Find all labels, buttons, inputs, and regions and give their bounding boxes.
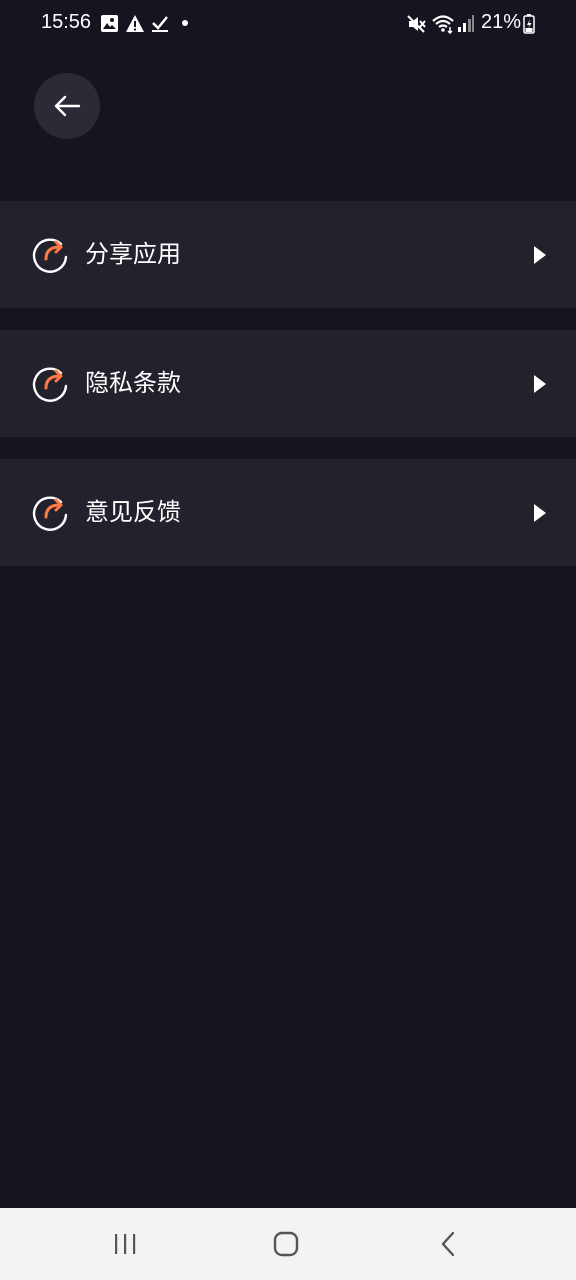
wifi-icon (432, 15, 454, 34)
signal-icon (458, 15, 474, 32)
chevron-right-icon (534, 375, 546, 393)
share-arrow-icon (32, 367, 68, 402)
back-button[interactable] (34, 73, 100, 139)
share-arrow-icon (32, 496, 68, 531)
mute-icon (407, 15, 426, 33)
recent-apps-icon (115, 1234, 136, 1254)
chevron-right-icon (534, 504, 546, 522)
navigation-bar (0, 1208, 576, 1280)
home-button[interactable] (236, 1208, 336, 1280)
image-icon (101, 15, 118, 32)
warning-icon (126, 15, 144, 32)
battery-percent: 21% (481, 11, 522, 33)
menu-item-feedback[interactable]: 意见反馈 (0, 459, 576, 566)
menu-item-share-app[interactable]: 分享应用 (0, 201, 576, 308)
chevron-right-icon (534, 246, 546, 264)
menu-item-label: 隐私条款 (85, 369, 181, 397)
arrow-left-icon (54, 95, 81, 117)
status-bar: 15:56 21% (0, 0, 576, 48)
share-arrow-icon (32, 238, 68, 273)
chevron-left-icon (441, 1231, 455, 1257)
status-time: 15:56 (41, 11, 92, 33)
nav-back-button[interactable] (398, 1208, 498, 1280)
battery-icon (523, 14, 535, 34)
menu-item-privacy-policy[interactable]: 隐私条款 (0, 330, 576, 437)
dot-icon (182, 20, 188, 26)
menu-item-label: 分享应用 (85, 240, 181, 268)
menu-item-label: 意见反馈 (85, 498, 181, 526)
home-icon (273, 1231, 299, 1257)
recent-apps-button[interactable] (75, 1208, 175, 1280)
check-icon (152, 16, 168, 32)
